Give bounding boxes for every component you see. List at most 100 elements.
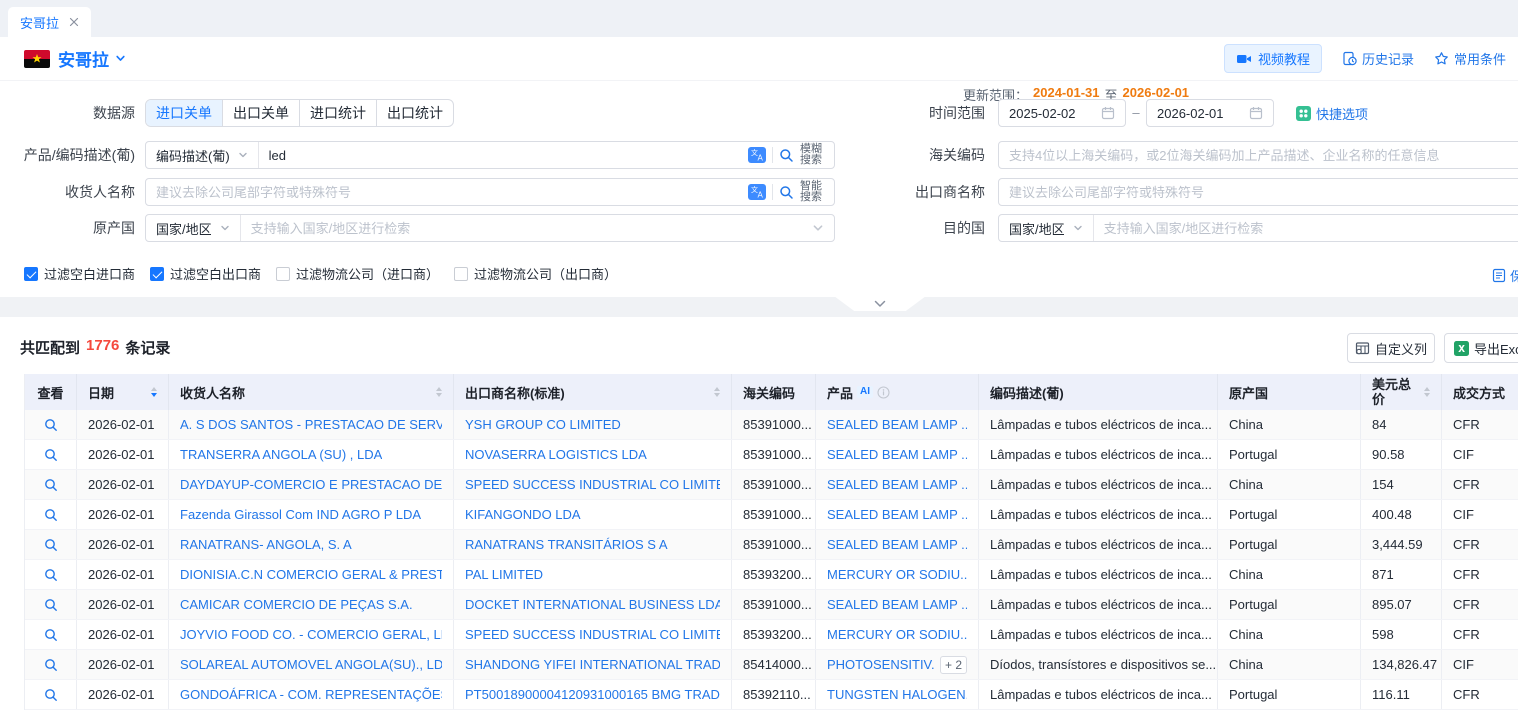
product-mode-select[interactable]: 编码描述(葡): [146, 142, 259, 168]
save-conditions-button[interactable]: 保存条件: [1492, 266, 1518, 285]
exporter-input[interactable]: [999, 185, 1518, 200]
translate-icon[interactable]: 文A: [748, 184, 766, 200]
smart-search-label[interactable]: 智能搜索: [800, 181, 826, 203]
chevron-down-icon[interactable]: [115, 53, 126, 64]
col-header-date[interactable]: 日期: [77, 374, 169, 410]
sort-icon-exporter[interactable]: [714, 387, 720, 397]
product-link[interactable]: PHOTOSENSITIV...: [827, 657, 934, 672]
fuzzy-search-icon[interactable]: [779, 148, 794, 163]
product-link[interactable]: TUNGSTEN HALOGEN...: [827, 687, 967, 702]
exporter-link[interactable]: KIFANGONDO LDA: [465, 507, 581, 522]
filter-blank-exporter-checkbox[interactable]: 过滤空白出口商: [150, 264, 261, 283]
consignee-link[interactable]: GONDOÁFRICA - COM. REPRESENTAÇÕES ...: [180, 687, 442, 702]
product-link[interactable]: SEALED BEAM LAMP ...: [827, 477, 967, 492]
quick-options-button[interactable]: 快捷选项: [1296, 99, 1368, 127]
end-date-input[interactable]: [1157, 106, 1249, 121]
start-date-input[interactable]: [1009, 106, 1101, 121]
close-icon[interactable]: [69, 17, 79, 27]
product-link[interactable]: SEALED BEAM LAMP ...: [827, 537, 967, 552]
view-detail-icon[interactable]: [44, 448, 58, 462]
view-detail-icon[interactable]: [44, 538, 58, 552]
fuzzy-search-label[interactable]: 模糊搜索: [800, 144, 826, 166]
sort-icon-consignee[interactable]: [436, 387, 442, 397]
info-icon[interactable]: [877, 386, 890, 399]
origin-input[interactable]: [241, 221, 812, 236]
filter-blank-importer-checkbox[interactable]: 过滤空白进口商: [24, 264, 135, 283]
table-row[interactable]: 2026-02-01 DAYDAYUP-COMERCIO E PRESTACAO…: [25, 470, 1518, 500]
exporter-link[interactable]: NOVASERRA LOGISTICS LDA: [465, 447, 647, 462]
col-header-exporter[interactable]: 出口商名称(标准): [454, 374, 732, 410]
exporter-link[interactable]: PT50018900004120931000165 BMG TRADI...: [465, 687, 720, 702]
product-link[interactable]: SEALED BEAM LAMP ...: [827, 417, 967, 432]
consignee-link[interactable]: A. S DOS SANTOS - PRESTACAO DE SERVIC...: [180, 417, 442, 432]
exporter-link[interactable]: SHANDONG YIFEI INTERNATIONAL TRADIN...: [465, 657, 720, 672]
exporter-link[interactable]: YSH GROUP CO LIMITED: [465, 417, 621, 432]
chevron-down-icon[interactable]: [812, 222, 824, 234]
exporter-link[interactable]: DOCKET INTERNATIONAL BUSINESS LDA: [465, 597, 720, 612]
col-header-usd-total[interactable]: 美元总价: [1361, 374, 1442, 410]
view-detail-icon[interactable]: [44, 568, 58, 582]
view-detail-icon[interactable]: [44, 628, 58, 642]
table-row[interactable]: 2026-02-01 JOYVIO FOOD CO. - COMERCIO GE…: [25, 620, 1518, 650]
tab-import-declarations[interactable]: 进口关单: [146, 100, 222, 126]
video-tutorial-button[interactable]: 视频教程: [1224, 44, 1322, 73]
calendar-icon[interactable]: [1101, 106, 1115, 120]
destination-input[interactable]: [1094, 221, 1518, 236]
smart-search-icon[interactable]: [779, 185, 794, 200]
start-date-field[interactable]: [998, 99, 1126, 127]
table-row[interactable]: 2026-02-01 Fazenda Girassol Com IND AGRO…: [25, 500, 1518, 530]
customize-columns-button[interactable]: 自定义列: [1347, 333, 1435, 363]
table-row[interactable]: 2026-02-01 GONDOÁFRICA - COM. REPRESENTA…: [25, 680, 1518, 710]
collapse-filters-handle[interactable]: [834, 296, 926, 311]
table-row[interactable]: 2026-02-01 SOLAREAL AUTOMOVEL ANGOLA(SU)…: [25, 650, 1518, 680]
view-detail-icon[interactable]: [44, 658, 58, 672]
hs-code-input[interactable]: [999, 148, 1518, 163]
tab-export-declarations[interactable]: 出口关单: [222, 100, 299, 126]
tab-export-statistics[interactable]: 出口统计: [376, 100, 453, 126]
product-search-input[interactable]: [259, 148, 748, 163]
product-link[interactable]: SEALED BEAM LAMP ...: [827, 507, 967, 522]
consignee-link[interactable]: Fazenda Girassol Com IND AGRO P LDA: [180, 507, 421, 522]
favorites-button[interactable]: 常用条件: [1434, 49, 1506, 68]
filter-logistics-exporter-checkbox[interactable]: 过滤物流公司（出口商）: [454, 264, 617, 283]
product-link[interactable]: SEALED BEAM LAMP ...: [827, 447, 967, 462]
product-extra-badge[interactable]: + 2: [940, 656, 967, 674]
consignee-link[interactable]: DIONISIA.C.N COMERCIO GERAL & PRESTA...: [180, 567, 442, 582]
filter-logistics-importer-checkbox[interactable]: 过滤物流公司（进口商）: [276, 264, 439, 283]
calendar-icon[interactable]: [1249, 106, 1263, 120]
translate-icon[interactable]: 文A: [748, 147, 766, 163]
consignee-link[interactable]: CAMICAR COMERCIO DE PEÇAS S.A.: [180, 597, 413, 612]
view-detail-icon[interactable]: [44, 418, 58, 432]
table-row[interactable]: 2026-02-01 RANATRANS- ANGOLA, S. A RANAT…: [25, 530, 1518, 560]
view-detail-icon[interactable]: [44, 598, 58, 612]
table-row[interactable]: 2026-02-01 A. S DOS SANTOS - PRESTACAO D…: [25, 410, 1518, 440]
export-excel-button[interactable]: 导出Excel: [1444, 333, 1518, 363]
product-link[interactable]: MERCURY OR SODIU...: [827, 627, 967, 642]
product-link[interactable]: MERCURY OR SODIU...: [827, 567, 967, 582]
table-row[interactable]: 2026-02-01 DIONISIA.C.N COMERCIO GERAL &…: [25, 560, 1518, 590]
exporter-link[interactable]: PAL LIMITED: [465, 567, 543, 582]
product-link[interactable]: SEALED BEAM LAMP ...: [827, 597, 967, 612]
consignee-link[interactable]: JOYVIO FOOD CO. - COMERCIO GERAL, LDA: [180, 627, 442, 642]
exporter-link[interactable]: SPEED SUCCESS INDUSTRIAL CO LIMITED: [465, 627, 720, 642]
page-title[interactable]: 安哥拉: [58, 46, 109, 71]
destination-mode-select[interactable]: 国家/地区: [999, 215, 1094, 241]
table-row[interactable]: 2026-02-01 CAMICAR COMERCIO DE PEÇAS S.A…: [25, 590, 1518, 620]
consignee-input[interactable]: [146, 185, 748, 200]
view-detail-icon[interactable]: [44, 478, 58, 492]
tab-import-statistics[interactable]: 进口统计: [299, 100, 376, 126]
origin-mode-select[interactable]: 国家/地区: [146, 215, 241, 241]
exporter-link[interactable]: SPEED SUCCESS INDUSTRIAL CO LIMITED: [465, 477, 720, 492]
consignee-link[interactable]: RANATRANS- ANGOLA, S. A: [180, 537, 352, 552]
col-header-consignee[interactable]: 收货人名称: [169, 374, 454, 410]
tab-angola[interactable]: 安哥拉: [8, 7, 91, 37]
consignee-link[interactable]: TRANSERRA ANGOLA (SU) , LDA: [180, 447, 382, 462]
history-button[interactable]: 历史记录: [1342, 49, 1414, 68]
consignee-link[interactable]: DAYDAYUP-COMERCIO E PRESTACAO DE S...: [180, 477, 442, 492]
sort-icon-usd-total[interactable]: [1424, 387, 1430, 397]
exporter-link[interactable]: RANATRANS TRANSITÁRIOS S A: [465, 537, 668, 552]
table-row[interactable]: 2026-02-01 TRANSERRA ANGOLA (SU) , LDA N…: [25, 440, 1518, 470]
view-detail-icon[interactable]: [44, 688, 58, 702]
view-detail-icon[interactable]: [44, 508, 58, 522]
consignee-link[interactable]: SOLAREAL AUTOMOVEL ANGOLA(SU)., LDA: [180, 657, 442, 672]
